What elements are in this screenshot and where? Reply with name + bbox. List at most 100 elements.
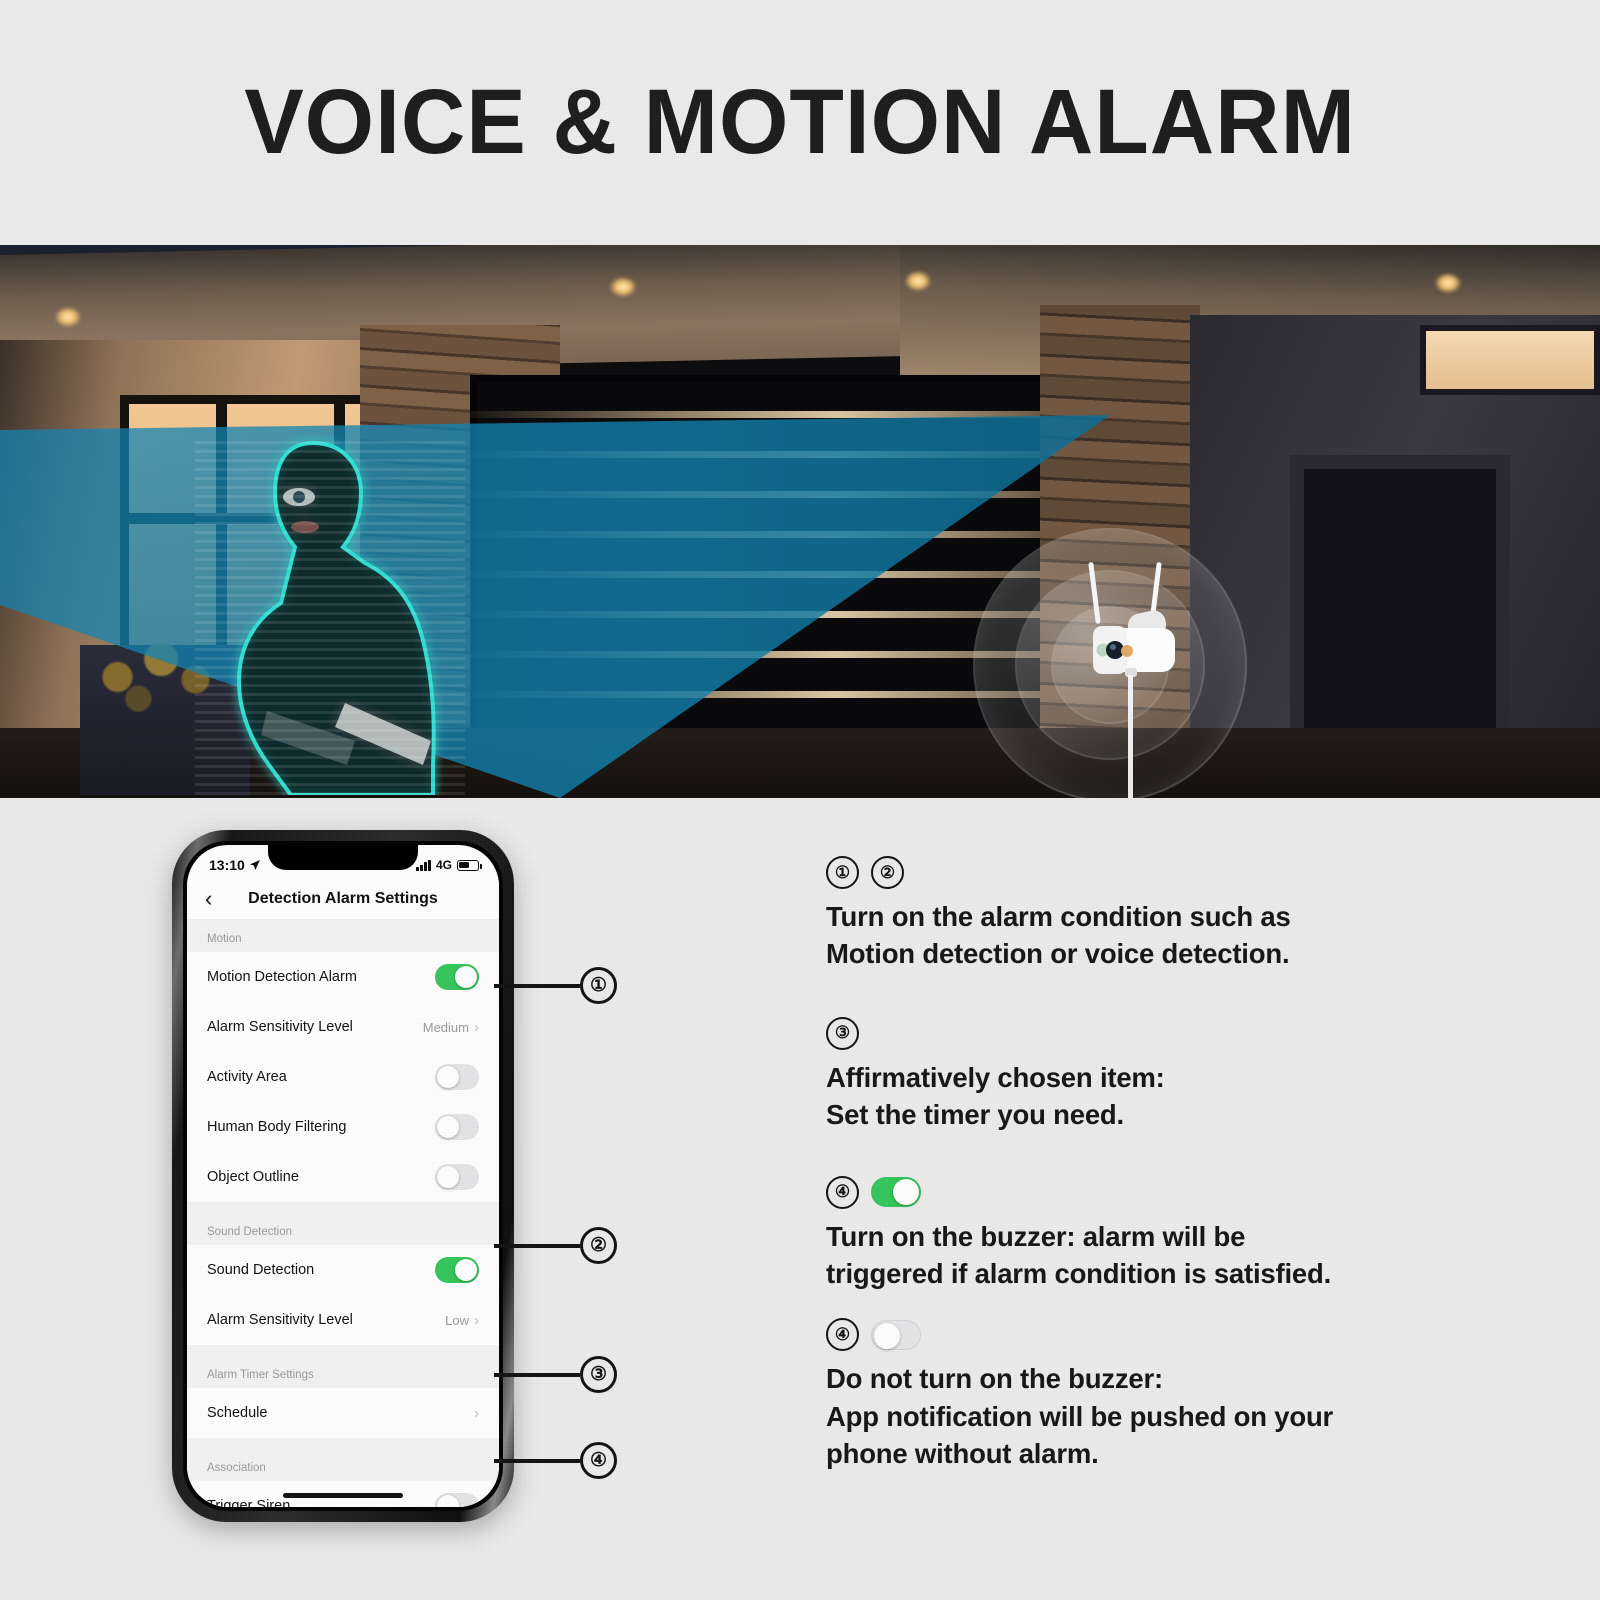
- row-label: Motion Detection Alarm: [207, 969, 357, 985]
- instruction-text: Affirmatively chosen item: Set the timer…: [826, 1059, 1526, 1134]
- instruction-line: triggered if alarm condition is satisfie…: [826, 1257, 1332, 1289]
- row-sound-alarm-sensitivity-level[interactable]: Alarm Sensitivity Level Low ›: [187, 1295, 499, 1345]
- intruder-scanlines: [195, 435, 465, 795]
- phone-mockup: 13:10 4G ‹ Detection Alarm Settings Moti…: [172, 830, 514, 1522]
- instruction-text: Turn on the buzzer: alarm will be trigge…: [826, 1218, 1526, 1293]
- row-motion-detection-alarm[interactable]: Motion Detection Alarm: [187, 952, 499, 1002]
- toggle-motion-detection-alarm[interactable]: [435, 964, 479, 990]
- home-indicator: [283, 1493, 403, 1498]
- instruction-line: Do not turn on the buzzer:: [826, 1363, 1163, 1395]
- status-indicators: 4G: [416, 858, 482, 872]
- row-object-outline[interactable]: Object Outline: [187, 1152, 499, 1202]
- chevron-right-icon: ›: [474, 1311, 479, 1329]
- ceiling-light: [610, 277, 636, 297]
- page-title: VOICE & MOTION ALARM: [244, 71, 1356, 173]
- row-human-body-filtering[interactable]: Human Body Filtering: [187, 1102, 499, 1152]
- toggle-object-outline[interactable]: [435, 1164, 479, 1190]
- marker-number: ①: [826, 856, 859, 889]
- row-value: Medium: [422, 1019, 469, 1035]
- section-header-motion: Motion: [187, 919, 499, 952]
- marker-number: ④: [826, 1175, 859, 1209]
- camera-mount-pole: [1128, 675, 1133, 798]
- row-schedule[interactable]: Schedule ›: [187, 1388, 499, 1438]
- row-label: Object Outline: [207, 1169, 299, 1185]
- toggle-example-on: [871, 1177, 921, 1208]
- chevron-right-icon: ›: [474, 1018, 479, 1036]
- instruction-block-4: ④ Do not turn on the buzzer: App notific…: [826, 1318, 1526, 1472]
- row-value-group: Low ›: [445, 1313, 479, 1328]
- row-label: Alarm Sensitivity Level: [207, 1312, 353, 1328]
- window-upper-right: [1420, 325, 1600, 395]
- screen-title: Detection Alarm Settings: [248, 890, 438, 907]
- toggle-trigger-siren[interactable]: [435, 1493, 479, 1507]
- row-sound-detection[interactable]: Sound Detection: [187, 1245, 499, 1295]
- instruction-block-2: ③ Affirmatively chosen item: Set the tim…: [826, 1016, 1526, 1134]
- row-label: Human Body Filtering: [207, 1119, 347, 1135]
- row-activity-area[interactable]: Activity Area: [187, 1052, 499, 1102]
- status-time: 13:10: [209, 857, 245, 873]
- phone-notch: [268, 845, 418, 870]
- toggle-sound-detection[interactable]: [435, 1257, 479, 1283]
- callout-2: ②: [494, 1227, 617, 1264]
- row-label: Trigger Siren: [207, 1498, 291, 1507]
- row-value-group: ›: [474, 1406, 479, 1421]
- callout-leader-line: [494, 1458, 580, 1463]
- instruction-text: Do not turn on the buzzer: App notificat…: [826, 1360, 1526, 1472]
- marker-number: ④: [826, 1318, 859, 1352]
- instruction-line: Turn on the buzzer: alarm will be: [826, 1220, 1246, 1252]
- instruction-line: Motion detection or voice detection.: [826, 938, 1290, 970]
- ceiling-light: [905, 271, 931, 291]
- instruction-block-1: ① ② Turn on the alarm condition such as …: [826, 856, 1526, 973]
- callout-number: ④: [580, 1442, 617, 1479]
- hero-image: Siren APP Push: [0, 245, 1600, 798]
- toggle-activity-area[interactable]: [435, 1064, 479, 1090]
- battery-icon: [457, 859, 482, 871]
- camera-icon: [1088, 562, 1175, 677]
- page-header: VOICE & MOTION ALARM: [0, 0, 1600, 245]
- instructions-list: ① ② Turn on the alarm condition such as …: [826, 856, 1526, 1473]
- instruction-line: App notification will be pushed on your: [826, 1400, 1334, 1432]
- section-header-association: Association: [187, 1438, 499, 1481]
- callout-4: ④: [494, 1442, 617, 1479]
- instruction-markers: ④: [826, 1175, 1526, 1209]
- section-header-alarm-timer-settings: Alarm Timer Settings: [187, 1345, 499, 1388]
- instruction-text: Turn on the alarm condition such as Moti…: [826, 898, 1526, 973]
- location-arrow-icon: [249, 860, 260, 870]
- marker-number: ②: [871, 856, 904, 889]
- phone-screen: 13:10 4G ‹ Detection Alarm Settings Moti…: [187, 845, 499, 1507]
- instruction-block-3: ④ Turn on the buzzer: alarm will be trig…: [826, 1175, 1526, 1293]
- instruction-markers: ① ②: [826, 856, 1526, 889]
- callout-number: ①: [580, 967, 617, 1004]
- back-button[interactable]: ‹: [205, 888, 233, 910]
- callout-leader-line: [494, 983, 580, 988]
- ceiling-light: [1435, 273, 1461, 293]
- signal-bars-icon: [416, 859, 431, 871]
- toggle-human-body-filtering[interactable]: [435, 1114, 479, 1140]
- row-label: Schedule: [207, 1405, 268, 1421]
- section-header-sound-detection: Sound Detection: [187, 1202, 499, 1245]
- phone-bezel: 13:10 4G ‹ Detection Alarm Settings Moti…: [183, 841, 503, 1511]
- instruction-line: Affirmatively chosen item:: [826, 1061, 1165, 1093]
- instruction-line: Turn on the alarm condition such as: [826, 901, 1291, 932]
- network-label: 4G: [435, 858, 452, 872]
- ceiling-light: [55, 307, 81, 327]
- toggle-example-off: [871, 1319, 921, 1350]
- explainer-section: 13:10 4G ‹ Detection Alarm Settings Moti…: [0, 798, 1600, 1600]
- instruction-line: Set the timer you need.: [826, 1099, 1124, 1131]
- instruction-line: phone without alarm.: [826, 1438, 1099, 1470]
- security-camera-group: [975, 530, 1245, 798]
- nav-bar: ‹ Detection Alarm Settings: [187, 879, 499, 919]
- callout-number: ③: [580, 1356, 617, 1393]
- chevron-right-icon: ›: [474, 1404, 479, 1422]
- settings-list: Motion Motion Detection Alarm Alarm Sens…: [187, 919, 499, 1507]
- callout-leader-line: [494, 1243, 580, 1248]
- row-value: Low: [445, 1312, 469, 1328]
- row-value-group: Medium ›: [423, 1020, 479, 1035]
- callout-number: ②: [580, 1227, 617, 1264]
- instruction-markers: ③: [826, 1016, 1526, 1050]
- row-label: Sound Detection: [207, 1262, 315, 1278]
- row-motion-alarm-sensitivity-level[interactable]: Alarm Sensitivity Level Medium ›: [187, 1002, 499, 1052]
- callout-1: ①: [494, 967, 617, 1004]
- marker-number: ③: [826, 1016, 859, 1050]
- row-label: Alarm Sensitivity Level: [207, 1019, 353, 1035]
